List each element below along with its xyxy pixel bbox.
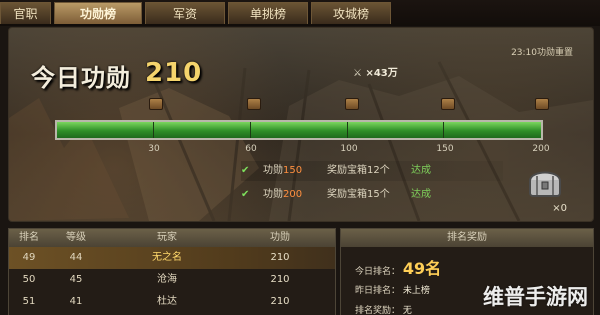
reward-milestone-row: ✔ 功勋150 奖励宝箱12个 达成 <box>241 161 503 181</box>
treasure-chest-icon[interactable] <box>527 166 563 200</box>
reward-milestone-row: ✔ 功勋200 奖励宝箱15个 达成 <box>241 185 503 205</box>
table-header: 排名 等级 玩家 功勋 <box>9 229 335 247</box>
milestone-chest-icon[interactable] <box>441 98 455 110</box>
tab-military-supplies[interactable]: 军资 <box>145 2 225 24</box>
check-icon: ✔ <box>241 165 250 176</box>
progress-segment-divider <box>250 122 251 138</box>
progress-segment-divider <box>347 122 348 138</box>
today-rank-label: 今日排名： <box>355 267 401 277</box>
table-cell-merit: 210 <box>270 274 290 285</box>
table-cell-merit: 210 <box>270 252 290 263</box>
progress-tick-label: 60 <box>245 144 257 154</box>
table-cell-rank: 50 <box>22 274 36 285</box>
reward-merit-prefix: 功勋 <box>263 189 283 200</box>
reward-detail: 奖励宝箱12个 <box>327 165 390 176</box>
table-cell-player: 沧海 <box>157 274 177 285</box>
table-cell-merit: 210 <box>270 296 290 307</box>
yesterday-rank-value: 未上榜 <box>402 286 430 296</box>
ranking-reward-line: 排名奖励： 无 <box>355 303 412 315</box>
tab-merit-ranking[interactable]: 功勋榜 <box>54 2 142 24</box>
merit-progress-fill <box>57 122 541 138</box>
reward-status: 达成 <box>411 165 431 176</box>
ranking-reward-label: 排名奖励： <box>355 306 401 315</box>
reward-detail: 奖励宝箱15个 <box>327 189 390 200</box>
ranking-reward-title: 排名奖励 <box>341 229 593 247</box>
reward-merit-label: 功勋150 <box>263 161 302 181</box>
sword-icon: ⚔ <box>353 68 362 79</box>
tab-siege-ranking[interactable]: 攻城榜 <box>311 2 391 24</box>
table-cell-rank: 49 <box>22 252 36 263</box>
table-row[interactable]: 49 44 无之名 210 <box>9 247 335 269</box>
table-header-merit: 功勋 <box>270 232 290 243</box>
merit-ranking-table: 排名 等级 玩家 功勋 49 44 无之名 210 50 45 沧海 210 5… <box>8 228 336 315</box>
progress-tick-label: 200 <box>532 144 550 154</box>
tab-official-rank[interactable]: 官职 <box>0 2 51 24</box>
table-cell-player: 无之名 <box>152 252 182 263</box>
reward-merit-prefix: 功勋 <box>263 165 283 176</box>
milestone-chest-icon[interactable] <box>345 98 359 110</box>
today-merit-label: 今日功勋 <box>31 64 131 92</box>
table-row[interactable]: 51 41 杜达 210 <box>9 291 335 313</box>
merit-summary-panel: 23:10功勋重置 今日功勋 210 ⚔ ×43万 30 60 100 150 … <box>8 27 594 222</box>
table-cell-level: 41 <box>69 296 83 307</box>
table-cell-level: 44 <box>69 252 83 263</box>
ranking-reward-value: 无 <box>402 306 412 315</box>
bonus-value: ×43万 <box>365 68 398 79</box>
milestone-chest-icon[interactable] <box>149 98 163 110</box>
today-rank-line: 今日排名： 49名 <box>355 255 441 279</box>
top-tab-bar: 官职 功勋榜 军资 单挑榜 攻城榜 <box>0 0 600 26</box>
site-watermark: 维普手游网 <box>483 285 588 309</box>
merit-bonus: ⚔ ×43万 <box>353 64 398 79</box>
table-cell-rank: 51 <box>22 296 36 307</box>
progress-segment-divider <box>153 122 154 138</box>
merit-progress-bar <box>55 120 543 140</box>
table-header-player: 玩家 <box>157 232 177 243</box>
yesterday-rank-line: 昨日排名： 未上榜 <box>355 283 430 296</box>
check-icon: ✔ <box>241 189 250 200</box>
milestone-chest-icon[interactable] <box>535 98 549 110</box>
merit-reset-time: 23:10功勋重置 <box>511 48 573 58</box>
progress-segment-divider <box>443 122 444 138</box>
table-header-level: 等级 <box>66 232 86 243</box>
reward-status: 达成 <box>411 189 431 200</box>
progress-tick-label: 100 <box>340 144 358 154</box>
reward-merit-value: 200 <box>283 189 303 200</box>
reward-merit-label: 功勋200 <box>263 185 302 205</box>
yesterday-rank-label: 昨日排名： <box>355 286 401 296</box>
today-rank-value: 49名 <box>402 259 442 278</box>
milestone-chest-icon[interactable] <box>247 98 261 110</box>
progress-tick-label: 150 <box>436 144 454 154</box>
tab-duel-ranking[interactable]: 单挑榜 <box>228 2 308 24</box>
today-merit-value: 210 <box>145 58 203 88</box>
chest-count: ×0 <box>552 203 567 214</box>
progress-tick-label: 30 <box>148 144 160 154</box>
merit-ranking-screen: 官职 功勋榜 军资 单挑榜 攻城榜 23:10功勋重置 今日功勋 210 ⚔ ×… <box>0 0 600 315</box>
reward-merit-value: 150 <box>283 165 303 176</box>
table-row[interactable]: 50 45 沧海 210 <box>9 269 335 291</box>
table-cell-level: 45 <box>69 274 83 285</box>
table-cell-player: 杜达 <box>157 296 177 307</box>
table-header-rank: 排名 <box>19 232 39 243</box>
